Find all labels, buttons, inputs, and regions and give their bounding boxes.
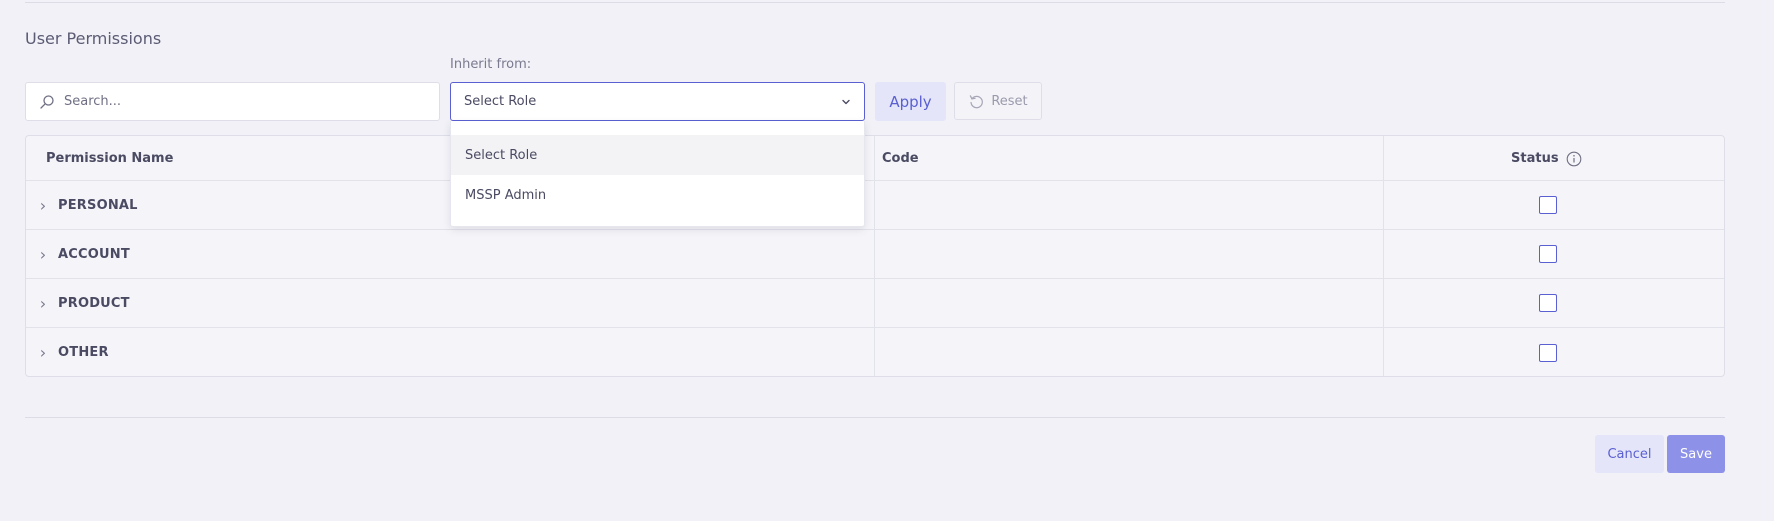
save-button[interactable]: Save bbox=[1667, 435, 1725, 473]
status-header-label: Status bbox=[1511, 151, 1559, 166]
inherit-from-label: Inherit from: bbox=[450, 57, 532, 72]
apply-button[interactable]: Apply bbox=[875, 82, 946, 121]
role-dropdown-menu: Select Role MSSP Admin bbox=[450, 121, 865, 227]
cancel-button[interactable]: Cancel bbox=[1595, 435, 1664, 473]
search-input[interactable] bbox=[64, 94, 434, 109]
status-checkbox[interactable] bbox=[1539, 343, 1557, 362]
dropdown-option-select-role[interactable]: Select Role bbox=[451, 135, 864, 175]
permission-group-toggle[interactable]: › PERSONAL bbox=[36, 181, 138, 229]
column-header-permission-name: Permission Name bbox=[46, 151, 174, 166]
chevron-right-icon[interactable]: › bbox=[36, 294, 50, 313]
permission-group-toggle[interactable]: › PRODUCT bbox=[36, 279, 130, 327]
permissions-table: Permission Name Code Status › PERSONAL ›… bbox=[25, 135, 1725, 377]
table-row[interactable]: › OTHER bbox=[26, 328, 1724, 376]
table-header-row: Permission Name Code Status bbox=[26, 136, 1724, 181]
page-title: User Permissions bbox=[25, 29, 162, 48]
permission-group-name: PERSONAL bbox=[58, 197, 138, 213]
table-row[interactable]: › ACCOUNT bbox=[26, 230, 1724, 279]
status-checkbox[interactable] bbox=[1539, 245, 1557, 263]
dropdown-option-mssp-admin[interactable]: MSSP Admin bbox=[451, 175, 864, 215]
reset-label: Reset bbox=[991, 93, 1028, 109]
table-row[interactable]: › PRODUCT bbox=[26, 279, 1724, 328]
permission-group-name: OTHER bbox=[58, 345, 109, 360]
permission-group-name: PRODUCT bbox=[58, 295, 130, 311]
column-header-code: Code bbox=[882, 151, 919, 166]
chevron-right-icon[interactable]: › bbox=[36, 343, 50, 362]
chevron-down-icon bbox=[842, 99, 850, 104]
permission-group-toggle[interactable]: › OTHER bbox=[36, 328, 109, 376]
chevron-right-icon[interactable]: › bbox=[36, 245, 50, 264]
search-field[interactable] bbox=[25, 82, 440, 121]
permission-group-name: ACCOUNT bbox=[58, 246, 130, 262]
status-checkbox[interactable] bbox=[1539, 196, 1557, 214]
role-select-value: Select Role bbox=[464, 94, 537, 109]
reset-icon bbox=[970, 94, 984, 108]
top-divider bbox=[25, 2, 1725, 3]
table-row[interactable]: › PERSONAL bbox=[26, 181, 1724, 230]
inherit-role-select[interactable]: Select Role bbox=[450, 82, 865, 121]
column-header-status: Status bbox=[1511, 136, 1582, 181]
reset-button[interactable]: Reset bbox=[954, 82, 1042, 120]
info-icon[interactable] bbox=[1566, 151, 1582, 167]
search-icon bbox=[40, 94, 54, 109]
chevron-right-icon[interactable]: › bbox=[36, 196, 50, 215]
status-checkbox[interactable] bbox=[1539, 294, 1557, 312]
footer-divider bbox=[25, 417, 1725, 418]
permission-group-toggle[interactable]: › ACCOUNT bbox=[36, 230, 130, 278]
